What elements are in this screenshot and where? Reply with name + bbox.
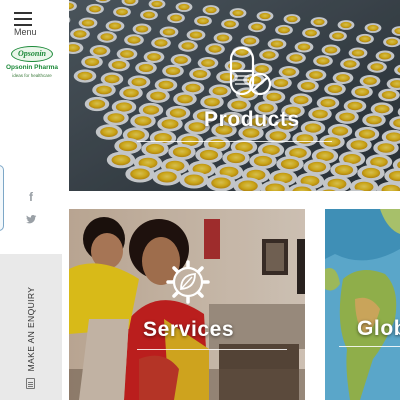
products-title: Products xyxy=(204,108,300,131)
brand-name: Opsonin Pharma xyxy=(5,64,58,71)
side-drawer-tab[interactable] xyxy=(0,165,4,231)
hamburger-icon-bar xyxy=(14,18,32,20)
left-rail: Menu Opsonin Opsonin Pharma ideas for he… xyxy=(0,0,62,400)
menu-label: Menu xyxy=(14,27,37,37)
services-divider xyxy=(137,349,287,350)
document-icon xyxy=(26,378,35,389)
make-enquiry-button[interactable]: MAKE AN ENQUIRY xyxy=(0,254,62,400)
tile-services[interactable]: Services xyxy=(69,209,305,400)
brand-logo[interactable]: Opsonin Opsonin Pharma ideas for healthc… xyxy=(4,46,60,82)
logo-mark: Opsonin xyxy=(11,46,53,62)
global-title: Glob xyxy=(357,317,400,340)
twitter-bird-icon xyxy=(26,214,37,224)
services-title: Services xyxy=(143,318,235,341)
world-map-image xyxy=(325,209,400,400)
gear-leaf-icon xyxy=(166,260,210,304)
twitter-icon[interactable] xyxy=(24,213,38,227)
capsule-icon xyxy=(229,46,272,96)
tile-global[interactable]: Glob xyxy=(325,209,400,400)
facebook-icon[interactable]: f xyxy=(24,190,38,204)
global-divider xyxy=(339,346,400,347)
tile-products[interactable]: Products xyxy=(69,0,400,191)
brand-tagline: ideas for healthcare xyxy=(12,73,52,78)
hamburger-icon-bar xyxy=(14,24,32,26)
products-divider xyxy=(137,141,332,142)
enquiry-label: MAKE AN ENQUIRY xyxy=(26,286,36,372)
logo-text: Opsonin xyxy=(17,49,46,58)
hamburger-icon xyxy=(14,12,32,14)
